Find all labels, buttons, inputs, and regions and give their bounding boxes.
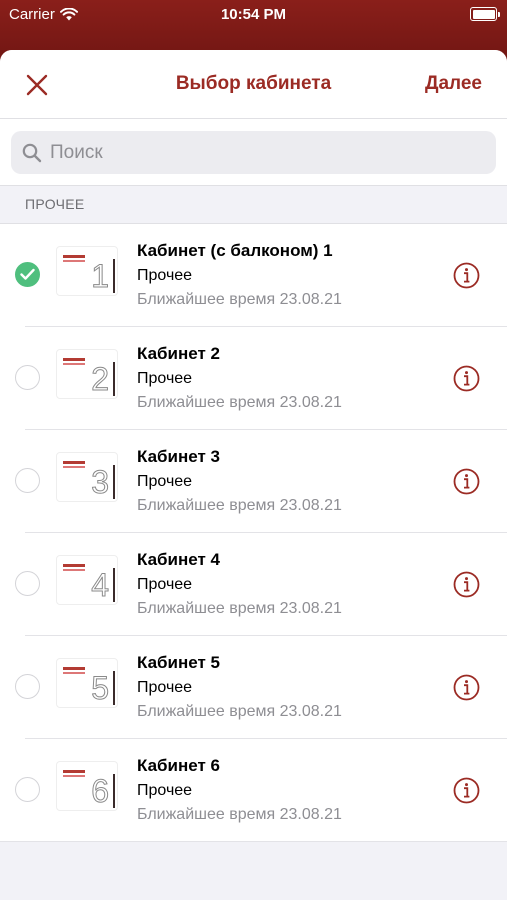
selection-radio[interactable] <box>15 777 40 802</box>
room-row[interactable]: 4 Кабинет 4 Прочее Ближайшее время 23.08… <box>0 533 507 636</box>
selection-radio[interactable] <box>15 365 40 390</box>
room-title: Кабинет 2 <box>137 344 220 363</box>
info-icon[interactable] <box>453 365 480 392</box>
room-nearest-time: Ближайшее время 23.08.21 <box>137 600 342 617</box>
thumbnail-number: 3 <box>91 464 110 500</box>
info-icon[interactable] <box>453 262 480 289</box>
room-nearest-time: Ближайшее время 23.08.21 <box>137 497 342 514</box>
row-separator <box>0 841 507 842</box>
room-row[interactable]: 1 Кабинет (с балконом) 1 Прочее Ближайше… <box>0 224 507 327</box>
room-nearest-time: Ближайшее время 23.08.21 <box>137 394 342 411</box>
status-time: 10:54 PM <box>220 6 287 23</box>
thumbnail-number: 6 <box>91 773 110 809</box>
room-title: Кабинет 6 <box>137 756 220 775</box>
thumbnail-number: 4 <box>91 567 110 603</box>
nav-bar: Выбор кабинета Далее <box>0 50 507 119</box>
room-nearest-time: Ближайшее время 23.08.21 <box>137 703 342 720</box>
room-thumbnail: 4 <box>56 555 118 605</box>
search-bar[interactable] <box>11 131 496 174</box>
status-bar: Carrier 10:54 PM <box>0 0 507 30</box>
info-icon[interactable] <box>453 674 480 701</box>
room-category: Прочее <box>137 679 193 696</box>
room-thumbnail: 5 <box>56 658 118 708</box>
room-title: Кабинет (с балконом) 1 <box>137 241 333 260</box>
room-thumbnail: 1 <box>56 246 118 296</box>
room-thumbnail: 3 <box>56 452 118 502</box>
battery-icon <box>470 7 500 21</box>
info-icon[interactable] <box>453 777 480 804</box>
room-category: Прочее <box>137 576 193 593</box>
thumbnail-number: 2 <box>91 361 110 397</box>
room-thumbnail: 2 <box>56 349 118 399</box>
room-title: Кабинет 3 <box>137 447 220 466</box>
room-nearest-time: Ближайшее время 23.08.21 <box>137 806 342 823</box>
selection-radio[interactable] <box>15 468 40 493</box>
next-button[interactable]: Далее <box>425 73 482 95</box>
room-category: Прочее <box>137 370 193 387</box>
room-row[interactable]: 5 Кабинет 5 Прочее Ближайшее время 23.08… <box>0 636 507 739</box>
room-title: Кабинет 5 <box>137 653 220 672</box>
room-title: Кабинет 4 <box>137 550 220 569</box>
room-row[interactable]: 6 Кабинет 6 Прочее Ближайшее время 23.08… <box>0 739 507 842</box>
room-list: 1 Кабинет (с балконом) 1 Прочее Ближайше… <box>0 224 507 842</box>
thumbnail-number: 1 <box>91 258 110 294</box>
checkmark-icon <box>20 268 35 280</box>
selection-radio[interactable] <box>15 674 40 699</box>
room-thumbnail: 6 <box>56 761 118 811</box>
info-icon[interactable] <box>453 468 480 495</box>
room-category: Прочее <box>137 782 193 799</box>
info-icon[interactable] <box>453 571 480 598</box>
room-category: Прочее <box>137 267 193 284</box>
thumbnail-number: 5 <box>91 670 110 706</box>
section-header: ПРОЧЕЕ <box>0 186 507 224</box>
room-nearest-time: Ближайшее время 23.08.21 <box>137 291 342 308</box>
room-row[interactable]: 3 Кабинет 3 Прочее Ближайшее время 23.08… <box>0 430 507 533</box>
room-row[interactable]: 2 Кабинет 2 Прочее Ближайшее время 23.08… <box>0 327 507 430</box>
search-input[interactable] <box>48 140 472 165</box>
room-picker-sheet: Выбор кабинета Далее ПРОЧЕЕ 1 Кабинет (с… <box>0 50 507 900</box>
search-container <box>0 119 507 186</box>
search-icon <box>22 143 42 162</box>
selection-radio[interactable] <box>15 262 40 287</box>
selection-radio[interactable] <box>15 571 40 596</box>
room-category: Прочее <box>137 473 193 490</box>
